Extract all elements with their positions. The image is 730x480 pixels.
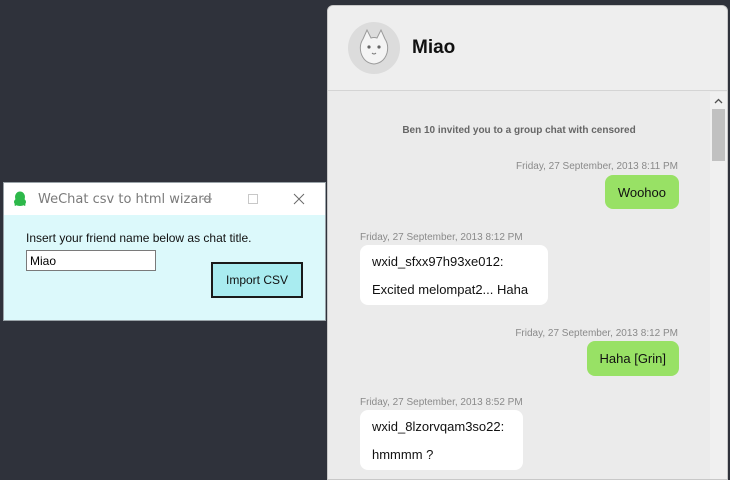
maximize-icon xyxy=(248,194,258,204)
chat-window: Miao Ben 10 invited you to a group chat … xyxy=(327,5,728,480)
minimize-button[interactable] xyxy=(184,183,230,215)
outgoing-message: Woohoo xyxy=(604,175,679,209)
message-sender: wxid_8lzorvqam3so22: xyxy=(372,419,505,434)
incoming-message: wxid_sfxx97h93xe012: Excited melompat2..… xyxy=(360,245,548,305)
cat-avatar-icon xyxy=(359,28,389,65)
message-timestamp: Friday, 27 September, 2013 8:11 PM xyxy=(516,161,678,172)
chat-title: Miao xyxy=(412,37,456,58)
chat-title-prompt: Insert your friend name below as chat ti… xyxy=(26,231,252,245)
message-timestamp: Friday, 27 September, 2013 8:12 PM xyxy=(515,328,678,339)
friend-name-input[interactable] xyxy=(26,250,156,271)
chat-scrollbar[interactable] xyxy=(710,92,727,479)
wizard-window: WeChat csv to html wizard Insert your fr… xyxy=(3,182,326,321)
import-csv-button[interactable]: Import CSV xyxy=(211,262,303,298)
chevron-up-icon xyxy=(714,98,723,103)
qq-penguin-icon xyxy=(12,191,28,207)
scroll-up-button[interactable] xyxy=(710,92,727,109)
avatar xyxy=(348,22,400,74)
close-button[interactable] xyxy=(276,183,322,215)
message-text: Excited melompat2... Haha xyxy=(372,282,529,297)
message-text: hmmmm ? xyxy=(372,447,434,462)
outgoing-message: Haha [Grin] xyxy=(586,341,679,376)
message-list: Ben 10 invited you to a group chat with … xyxy=(328,92,710,479)
message-timestamp: Friday, 27 September, 2013 8:12 PM xyxy=(360,232,523,243)
maximize-button[interactable] xyxy=(230,183,276,215)
wizard-body: Insert your friend name below as chat ti… xyxy=(4,215,325,321)
message-timestamp: Friday, 27 September, 2013 8:52 PM xyxy=(360,397,523,408)
incoming-message: wxid_8lzorvqam3so22: hmmmm ? xyxy=(360,410,523,470)
minimize-icon xyxy=(202,198,212,200)
scroll-thumb[interactable] xyxy=(712,109,725,161)
wizard-titlebar: WeChat csv to html wizard xyxy=(4,183,325,215)
close-icon xyxy=(293,193,305,205)
chat-header: Miao xyxy=(328,6,727,91)
message-sender: wxid_sfxx97h93xe012: xyxy=(372,254,504,269)
system-message: Ben 10 invited you to a group chat with … xyxy=(402,125,636,136)
